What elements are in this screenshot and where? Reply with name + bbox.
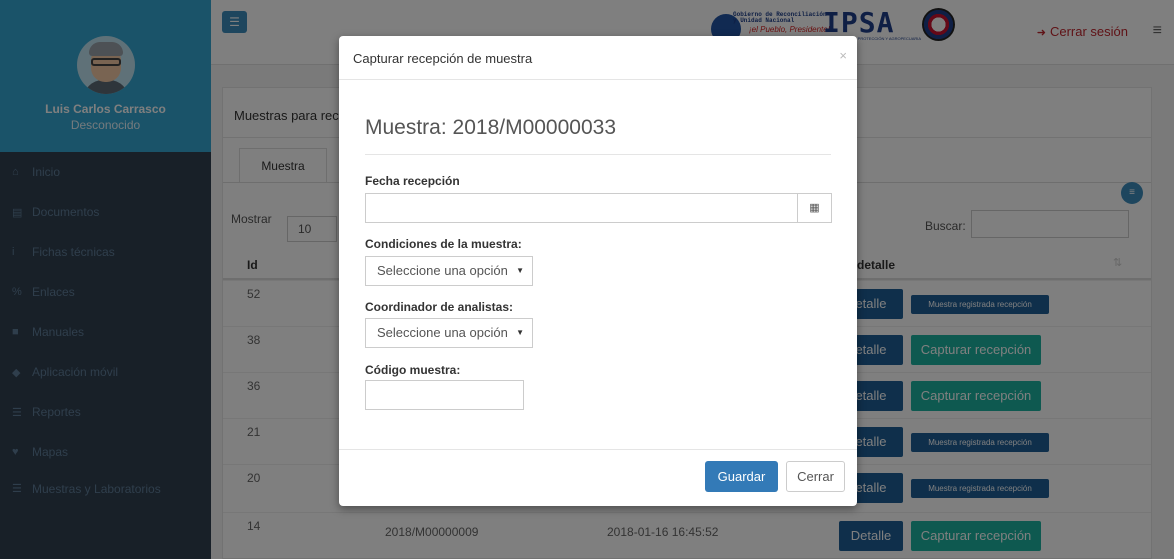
modal-title: Capturar recepción de muestra [353, 51, 533, 66]
conditions-label: Condiciones de la muestra: [365, 237, 522, 251]
chevron-down-icon: ▼ [516, 266, 524, 275]
reception-date-field[interactable]: ▦ [365, 193, 832, 223]
calendar-icon[interactable]: ▦ [797, 194, 831, 222]
chevron-down-icon: ▼ [516, 328, 524, 337]
close-button[interactable]: Cerrar [786, 461, 845, 492]
sample-code-label: Código muestra: [365, 363, 461, 377]
modal-header: Capturar recepción de muestra × [339, 36, 857, 80]
conditions-select[interactable]: Seleccione una opción ▼ [365, 256, 533, 286]
sample-heading: Muestra: 2018/M00000033 [365, 116, 617, 139]
capture-reception-modal: Capturar recepción de muestra × Muestra:… [339, 36, 857, 506]
close-icon[interactable]: × [839, 48, 847, 63]
coordinator-label: Coordinador de analistas: [365, 300, 514, 314]
save-button[interactable]: Guardar [705, 461, 778, 492]
sample-code-field[interactable] [365, 380, 524, 410]
reception-date-label: Fecha recepción [365, 174, 460, 188]
coordinator-select[interactable]: Seleccione una opción ▼ [365, 318, 533, 348]
